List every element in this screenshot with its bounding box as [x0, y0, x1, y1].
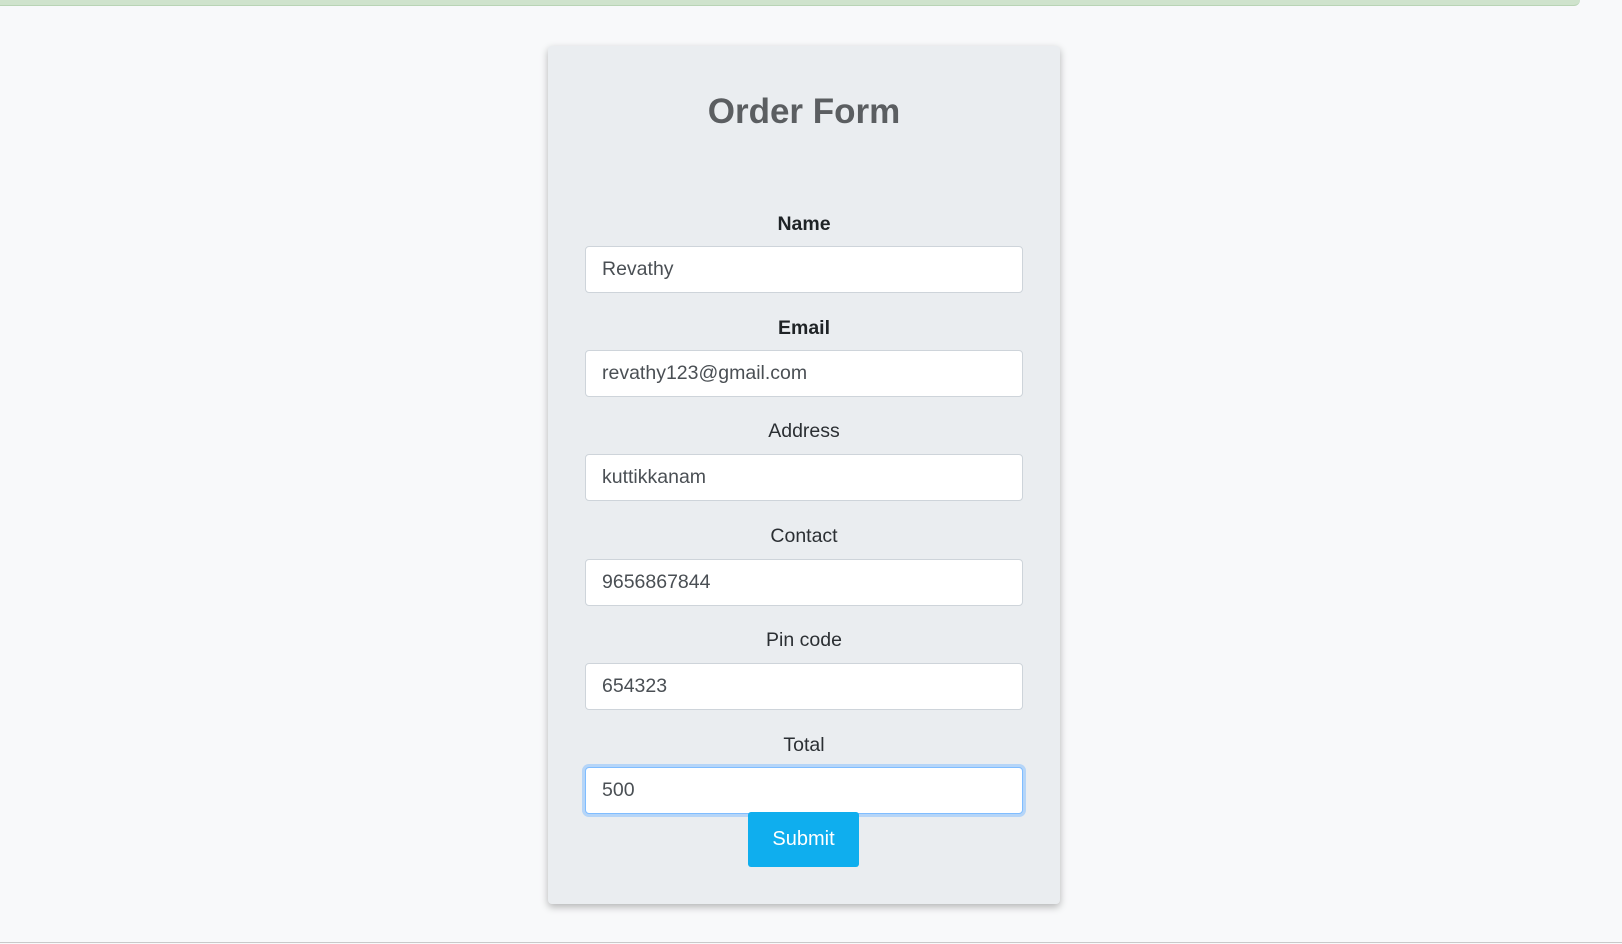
contact-field[interactable] [585, 559, 1023, 606]
pincode-field[interactable] [585, 663, 1023, 710]
contact-label: Contact [770, 525, 838, 547]
submit-button[interactable]: Submit [748, 812, 859, 867]
total-field[interactable] [585, 767, 1023, 814]
pincode-label: Pin code [766, 629, 842, 651]
name-field[interactable] [585, 246, 1023, 293]
total-label: Total [783, 734, 825, 756]
bottom-divider [0, 942, 1622, 943]
name-label: Name [777, 213, 831, 235]
email-label: Email [777, 317, 831, 339]
form-title: Order Form [707, 92, 901, 131]
address-label: Address [768, 420, 840, 442]
top-strip [0, 0, 1580, 6]
address-field[interactable] [585, 454, 1023, 501]
order-form-card: Order Form Name Email Address Contact Pi… [548, 46, 1060, 904]
email-field[interactable] [585, 350, 1023, 397]
